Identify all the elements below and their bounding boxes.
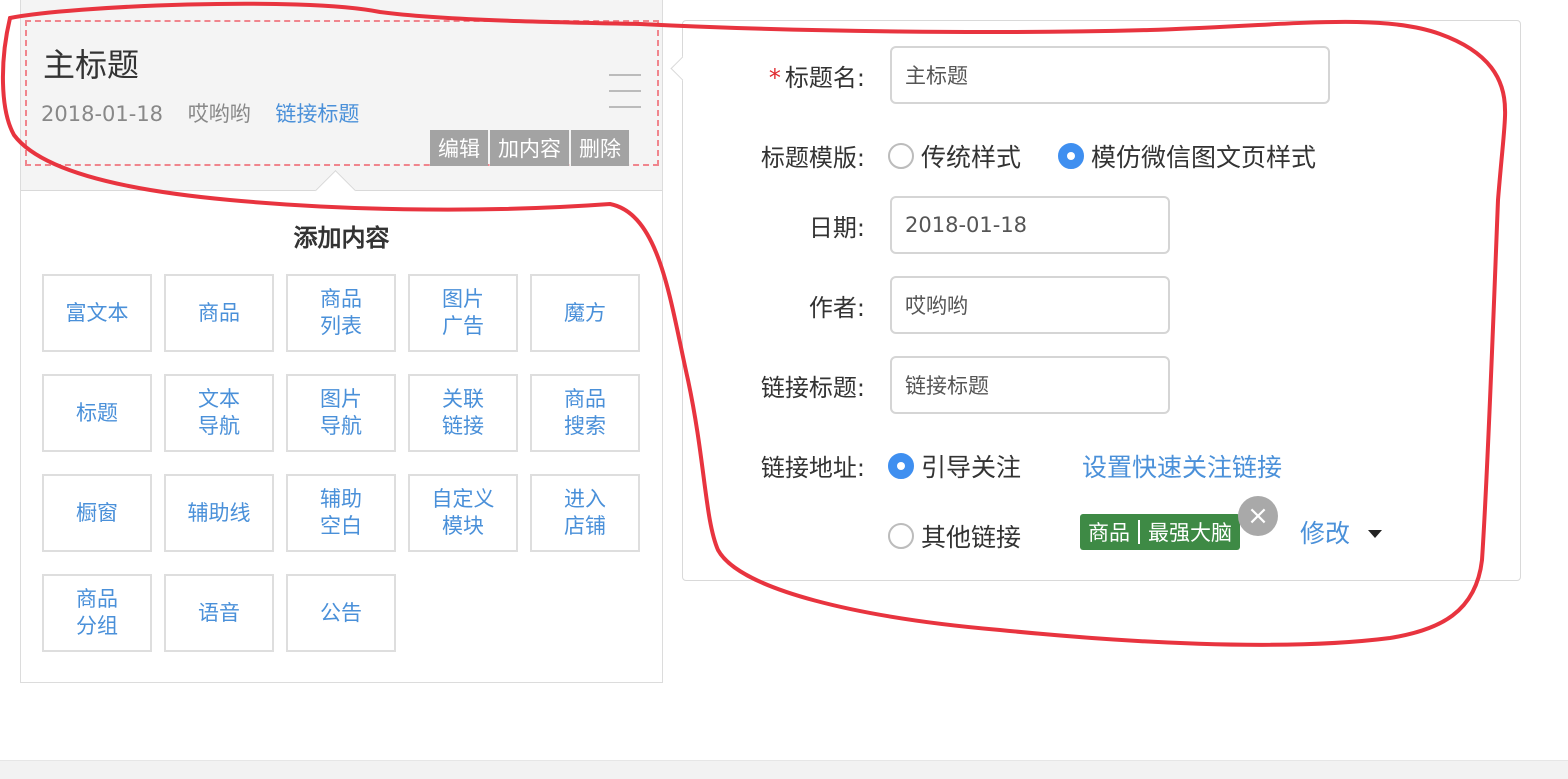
add-content-item[interactable]: 自定义 模块 bbox=[408, 474, 518, 552]
author-label: 作者: bbox=[808, 294, 865, 322]
link-title-label: 链接标题: bbox=[760, 374, 865, 402]
title-block[interactable]: 主标题 2018-01-18 哎哟哟 链接标题 编辑 加内容 删除 bbox=[21, 0, 662, 191]
template-option-wechat[interactable]: 模仿微信图文页样式 bbox=[1058, 138, 1316, 174]
add-content-heading: 添加内容 bbox=[293, 224, 390, 252]
radio-icon bbox=[888, 143, 914, 169]
add-content-item[interactable]: 商品 bbox=[164, 274, 274, 352]
title-input[interactable] bbox=[890, 46, 1330, 104]
link-url-label: 链接地址: bbox=[760, 454, 865, 482]
add-content-item[interactable]: 图片 导航 bbox=[286, 374, 396, 452]
add-content-item[interactable]: 语音 bbox=[164, 574, 274, 652]
bottom-bar bbox=[0, 760, 1568, 779]
link-option-follow[interactable]: 引导关注 bbox=[888, 448, 1021, 484]
radio-checked-icon bbox=[888, 453, 914, 479]
modify-link-button[interactable]: 修改 bbox=[1300, 514, 1350, 550]
close-icon[interactable]: × bbox=[1238, 496, 1278, 536]
drag-handle-icon[interactable] bbox=[609, 74, 641, 114]
add-content-item[interactable]: 富文本 bbox=[42, 274, 152, 352]
template-option-traditional[interactable]: 传统样式 bbox=[888, 138, 1021, 174]
preview-date: 2018-01-18 bbox=[41, 102, 164, 126]
add-content-item[interactable]: 辅助线 bbox=[164, 474, 274, 552]
date-input[interactable] bbox=[890, 196, 1170, 254]
add-content-item[interactable]: 标题 bbox=[42, 374, 152, 452]
link-title-input[interactable] bbox=[890, 356, 1170, 414]
add-content-item[interactable]: 关联 链接 bbox=[408, 374, 518, 452]
author-input[interactable] bbox=[890, 276, 1170, 334]
add-content-item[interactable]: 商品 搜索 bbox=[530, 374, 640, 452]
quick-follow-link[interactable]: 设置快速关注链接 bbox=[1082, 448, 1282, 484]
preview-meta: 2018-01-18 哎哟哟 链接标题 bbox=[41, 98, 377, 128]
date-label: 日期: bbox=[808, 214, 865, 242]
add-content-item[interactable]: 商品 分组 bbox=[42, 574, 152, 652]
add-content-item[interactable]: 魔方 bbox=[530, 274, 640, 352]
radio-checked-icon bbox=[1058, 143, 1084, 169]
selected-link-tag: 商品 最强大脑 bbox=[1080, 514, 1240, 550]
template-label: 标题模版: bbox=[760, 144, 865, 172]
tag-name: 最强大脑 bbox=[1148, 521, 1232, 545]
add-content-item[interactable]: 商品 列表 bbox=[286, 274, 396, 352]
add-content-item[interactable]: 公告 bbox=[286, 574, 396, 652]
add-content-item[interactable]: 文本 导航 bbox=[164, 374, 274, 452]
preview-title: 主标题 bbox=[43, 46, 140, 84]
preview-column: 主标题 2018-01-18 哎哟哟 链接标题 编辑 加内容 删除 添加内容 富… bbox=[20, 0, 663, 683]
chevron-down-icon[interactable] bbox=[1368, 530, 1382, 538]
block-actions: 编辑 加内容 删除 bbox=[428, 130, 629, 166]
preview-author: 哎哟哟 bbox=[187, 102, 251, 126]
edit-button[interactable]: 编辑 bbox=[430, 130, 488, 166]
preview-link-title[interactable]: 链接标题 bbox=[275, 102, 359, 126]
add-content-item[interactable]: 进入 店铺 bbox=[530, 474, 640, 552]
title-label: * 标题名: bbox=[768, 64, 865, 92]
add-content-item[interactable]: 图片 广告 bbox=[408, 274, 518, 352]
link-option-other[interactable]: 其他链接 bbox=[888, 518, 1021, 554]
add-content-button[interactable]: 加内容 bbox=[490, 130, 569, 166]
add-content-item[interactable]: 橱窗 bbox=[42, 474, 152, 552]
add-content-item[interactable]: 辅助 空白 bbox=[286, 474, 396, 552]
required-mark: * bbox=[768, 64, 781, 92]
tag-type: 商品 bbox=[1088, 521, 1130, 545]
radio-icon bbox=[888, 523, 914, 549]
delete-button[interactable]: 删除 bbox=[571, 130, 629, 166]
